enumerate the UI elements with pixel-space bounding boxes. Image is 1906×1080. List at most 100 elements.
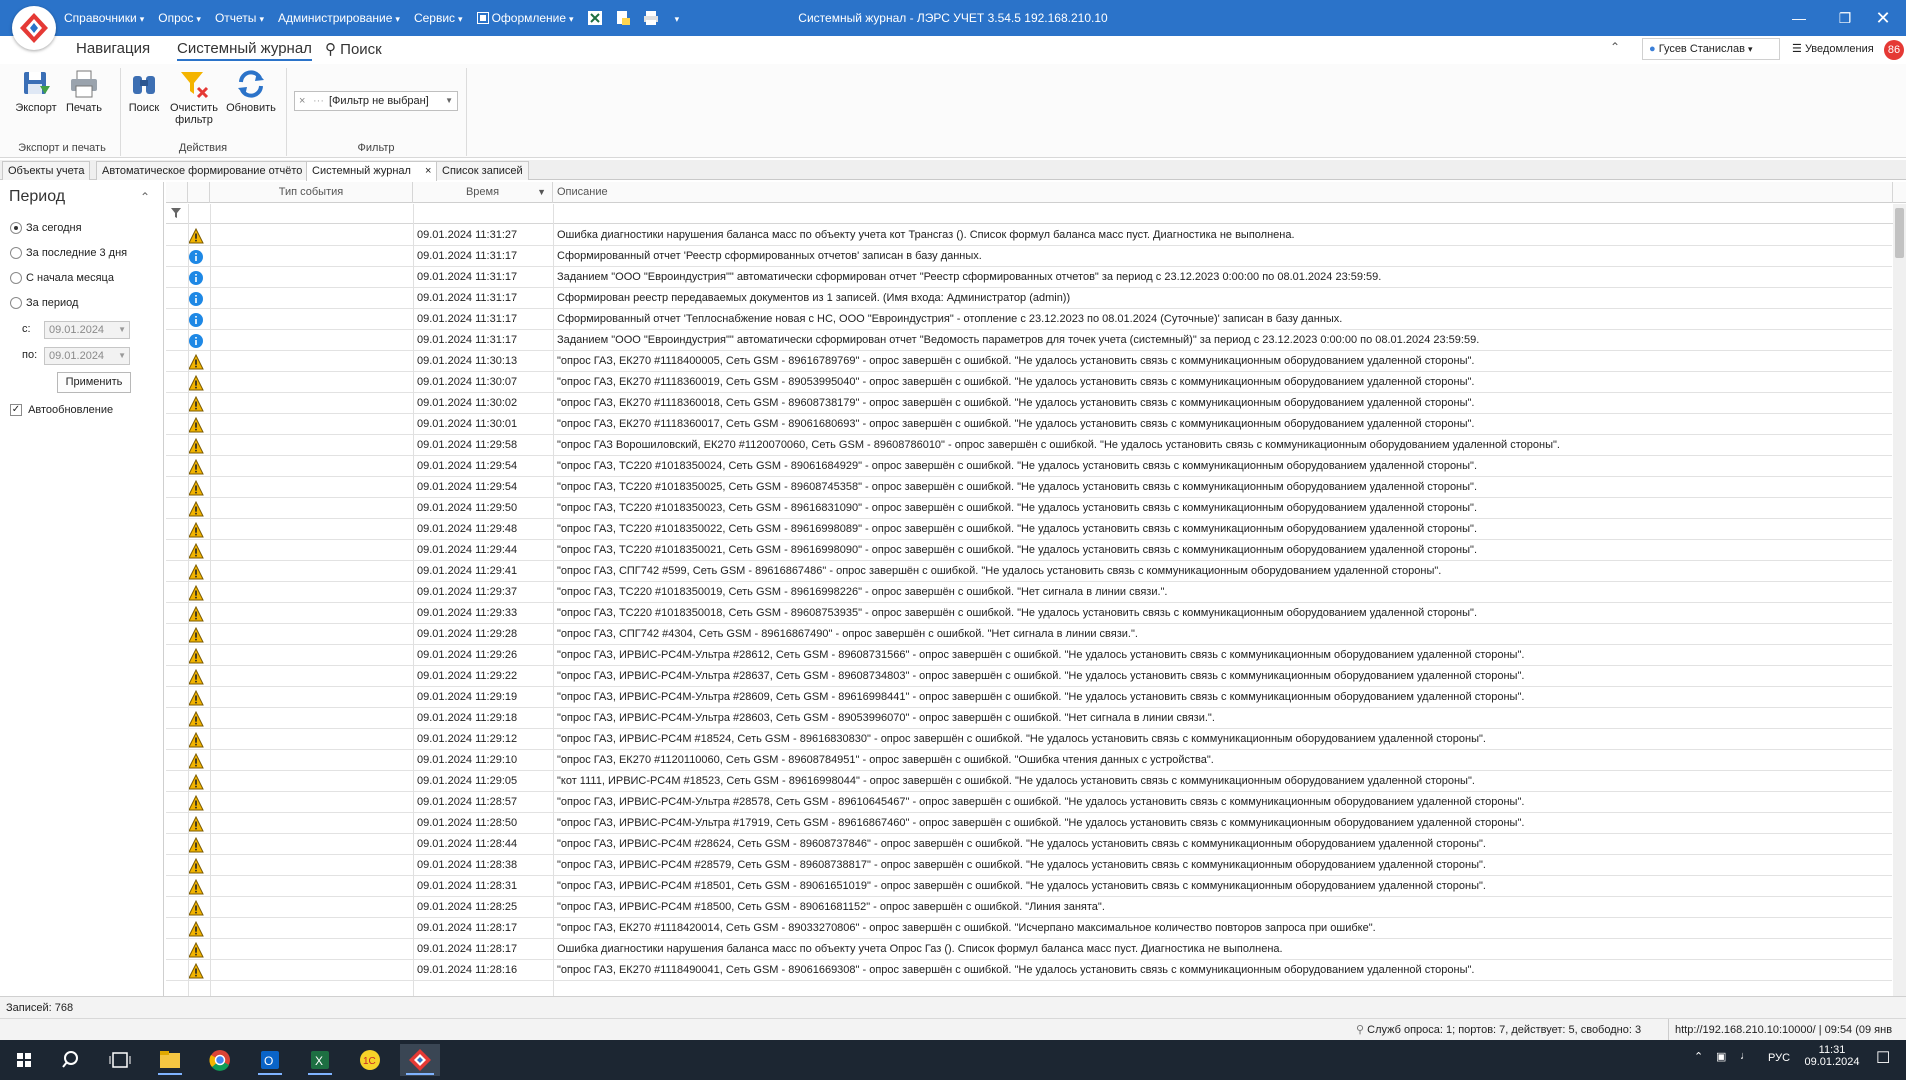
table-row[interactable]: 09.01.2024 11:29:54 "опрос ГАЗ, ТС220 #10… [166, 456, 1892, 477]
vertical-scrollbar[interactable] [1893, 204, 1906, 996]
excel-icon[interactable]: X [300, 1044, 340, 1076]
table-row[interactable]: 09.01.2024 11:28:57 "опрос ГАЗ, ИРВИС-РС4… [166, 792, 1892, 813]
export-quick-icon[interactable] [614, 9, 632, 27]
table-row[interactable]: 09.01.2024 11:29:41 "опрос ГАЗ, СПГ742 #5… [166, 561, 1892, 582]
menu-service[interactable]: Сервис ▾ [408, 6, 469, 30]
table-row[interactable]: 09.01.2024 11:30:01 "опрос ГАЗ, ЕК270 #11… [166, 414, 1892, 435]
volume-icon[interactable]: ♩ [1740, 1050, 1751, 1062]
outlook-icon[interactable]: O [250, 1044, 290, 1076]
to-date-field[interactable]: 09.01.2024 ▼ [44, 347, 130, 365]
menu-reports[interactable]: Отчеты ▾ [209, 6, 270, 30]
warning-icon [188, 710, 204, 727]
user-menu[interactable]: ● Гусев Станислав ▾ [1642, 38, 1780, 60]
radio-today[interactable]: За сегодня [10, 222, 82, 235]
table-row[interactable]: 09.01.2024 11:29:37 "опрос ГАЗ, ТС220 #10… [166, 582, 1892, 603]
refresh-button[interactable]: Обновить [224, 68, 278, 114]
table-row[interactable]: 09.01.2024 11:28:17 "опрос ГАЗ, ЕК270 #11… [166, 918, 1892, 939]
apply-button[interactable]: Применить [57, 372, 131, 393]
table-row[interactable]: 09.01.2024 11:31:17 Заданием "ООО "Евроин… [166, 267, 1892, 288]
menu-references[interactable]: Справочники ▾ [58, 6, 150, 30]
table-row[interactable]: 09.01.2024 11:28:16 "опрос ГАЗ, ЕК270 #11… [166, 960, 1892, 981]
search-button[interactable]: Поиск [124, 68, 164, 114]
header-description[interactable]: Описание [553, 182, 1893, 203]
clear-x-icon[interactable]: × [299, 92, 305, 110]
print-button[interactable]: Печать [62, 68, 106, 114]
tab-search[interactable]: ⚲ Поиск [325, 40, 382, 58]
header-time[interactable]: Время ▼ [413, 182, 553, 203]
table-row[interactable]: 09.01.2024 11:28:31 "опрос ГАЗ, ИРВИС-РС4… [166, 876, 1892, 897]
radio-custom-period[interactable]: За период [10, 297, 78, 310]
task-view-icon[interactable] [100, 1044, 140, 1076]
table-row[interactable]: 09.01.2024 11:29:10 "опрос ГАЗ, ЕК270 #11… [166, 750, 1892, 771]
filter-select[interactable]: × ··· [Фильтр не выбран] ▼ [294, 91, 458, 111]
menu-administration[interactable]: Администрирование ▾ [272, 6, 406, 30]
print-quick-icon[interactable] [642, 9, 660, 27]
ellipsis-icon[interactable]: ··· [313, 92, 324, 110]
table-row[interactable]: 09.01.2024 11:31:17 Сформирован реестр пе… [166, 288, 1892, 309]
lers-app-icon[interactable] [400, 1044, 440, 1076]
language-indicator[interactable]: РУС [1768, 1052, 1790, 1064]
table-row[interactable]: 09.01.2024 11:30:02 "опрос ГАЗ, ЕК270 #11… [166, 393, 1892, 414]
table-row[interactable]: 09.01.2024 11:31:17 Сформированный отчет … [166, 309, 1892, 330]
table-row[interactable]: 09.01.2024 11:29:12 "опрос ГАЗ, ИРВИС-РС4… [166, 729, 1892, 750]
from-date-field[interactable]: 09.01.2024 ▼ [44, 321, 130, 339]
doctab-objects[interactable]: Объекты учета [2, 161, 91, 180]
table-row[interactable]: 09.01.2024 11:29:05 "кот 1111, ИРВИС-РС4М… [166, 771, 1892, 792]
table-row[interactable]: 09.01.2024 11:29:48 "опрос ГАЗ, ТС220 #10… [166, 519, 1892, 540]
autoupdate-checkbox[interactable]: ✓ Автообновление [10, 404, 113, 417]
chrome-icon[interactable] [200, 1044, 240, 1076]
table-row[interactable]: 09.01.2024 11:30:13 "опрос ГАЗ, ЕК270 #11… [166, 351, 1892, 372]
scrollbar-thumb[interactable] [1895, 208, 1904, 258]
table-row[interactable]: 09.01.2024 11:29:19 "опрос ГАЗ, ИРВИС-РС4… [166, 687, 1892, 708]
radio-last-3-days[interactable]: За последние 3 дня [10, 247, 127, 260]
table-row[interactable]: 09.01.2024 11:29:44 "опрос ГАЗ, ТС220 #10… [166, 540, 1892, 561]
table-row[interactable]: 09.01.2024 11:31:27 Ошибка диагностики на… [166, 225, 1892, 246]
radio-month-start[interactable]: С начала месяца [10, 272, 114, 285]
table-row[interactable]: 09.01.2024 11:29:26 "опрос ГАЗ, ИРВИС-РС4… [166, 645, 1892, 666]
table-row[interactable]: 09.01.2024 11:30:07 "опрос ГАЗ, ЕК270 #11… [166, 372, 1892, 393]
notifications-button[interactable]: ☰ Уведомления [1792, 38, 1874, 60]
menu-design[interactable]: Оформление ▾ [471, 6, 580, 30]
tab-system-journal[interactable]: Системный журнал [177, 40, 312, 61]
header-icon-col[interactable] [188, 182, 210, 203]
network-icon[interactable]: ▣ [1716, 1050, 1726, 1063]
table-row[interactable]: 09.01.2024 11:29:33 "опрос ГАЗ, ТС220 #10… [166, 603, 1892, 624]
filter-funnel-icon[interactable] [170, 207, 182, 222]
collapse-panel-icon[interactable]: ⌃ [140, 190, 150, 204]
doctab-auto-reports[interactable]: Автоматическое формирование отчёто [96, 161, 309, 180]
export-button[interactable]: Экспорт [14, 68, 58, 114]
table-row[interactable]: 09.01.2024 11:28:25 "опрос ГАЗ, ИРВИС-РС4… [166, 897, 1892, 918]
file-explorer-icon[interactable] [150, 1044, 190, 1076]
table-row[interactable]: 09.01.2024 11:29:58 "опрос ГАЗ Ворошиловс… [166, 435, 1892, 456]
notification-center-icon[interactable]: ☐ [1876, 1048, 1890, 1068]
app-logo[interactable] [12, 6, 56, 50]
table-row[interactable]: 09.01.2024 11:29:22 "опрос ГАЗ, ИРВИС-РС4… [166, 666, 1892, 687]
doctab-records-list[interactable]: Список записей [436, 161, 529, 180]
excel-quick-icon[interactable] [586, 9, 604, 27]
table-row[interactable]: 09.01.2024 11:28:17 Ошибка диагностики на… [166, 939, 1892, 960]
table-row[interactable]: 09.01.2024 11:29:18 "опрос ГАЗ, ИРВИС-РС4… [166, 708, 1892, 729]
clear-filter-button[interactable]: Очистить фильтр [168, 68, 220, 126]
close-button[interactable]: ✕ [1860, 0, 1906, 36]
table-row[interactable]: 09.01.2024 11:29:50 "опрос ГАЗ, ТС220 #10… [166, 498, 1892, 519]
table-row[interactable]: 09.01.2024 11:28:38 "опрос ГАЗ, ИРВИС-РС4… [166, 855, 1892, 876]
doctab-system-journal[interactable]: Системный журнал × [306, 161, 438, 181]
table-row[interactable]: 09.01.2024 11:31:17 Сформированный отчет … [166, 246, 1892, 267]
table-row[interactable]: 09.01.2024 11:29:28 "опрос ГАЗ, СПГ742 #4… [166, 624, 1892, 645]
clock[interactable]: 11:31 09.01.2024 [1804, 1044, 1860, 1068]
table-row[interactable]: 09.01.2024 11:28:44 "опрос ГАЗ, ИРВИС-РС4… [166, 834, 1892, 855]
table-row[interactable]: 09.01.2024 11:31:17 Заданием "ООО "Евроин… [166, 330, 1892, 351]
quick-access-dropdown[interactable]: ▾ [666, 6, 686, 30]
tab-close-icon[interactable]: × [425, 165, 431, 177]
table-row[interactable]: 09.01.2024 11:28:50 "опрос ГАЗ, ИРВИС-РС4… [166, 813, 1892, 834]
header-event-type[interactable]: Тип события [210, 182, 413, 203]
1c-icon[interactable]: 1С [350, 1044, 390, 1076]
tray-chevron-up-icon[interactable]: ⌃ [1694, 1050, 1703, 1063]
table-row[interactable]: 09.01.2024 11:29:54 "опрос ГАЗ, ТС220 #10… [166, 477, 1892, 498]
collapse-ribbon-icon[interactable]: ⌃ [1610, 40, 1620, 54]
tab-navigation[interactable]: Навигация [76, 40, 150, 57]
windows-start-icon[interactable] [4, 1044, 44, 1076]
menu-poll[interactable]: Опрос ▾ [152, 6, 207, 30]
minimize-button[interactable]: — [1776, 0, 1822, 36]
search-icon[interactable] [52, 1044, 92, 1076]
